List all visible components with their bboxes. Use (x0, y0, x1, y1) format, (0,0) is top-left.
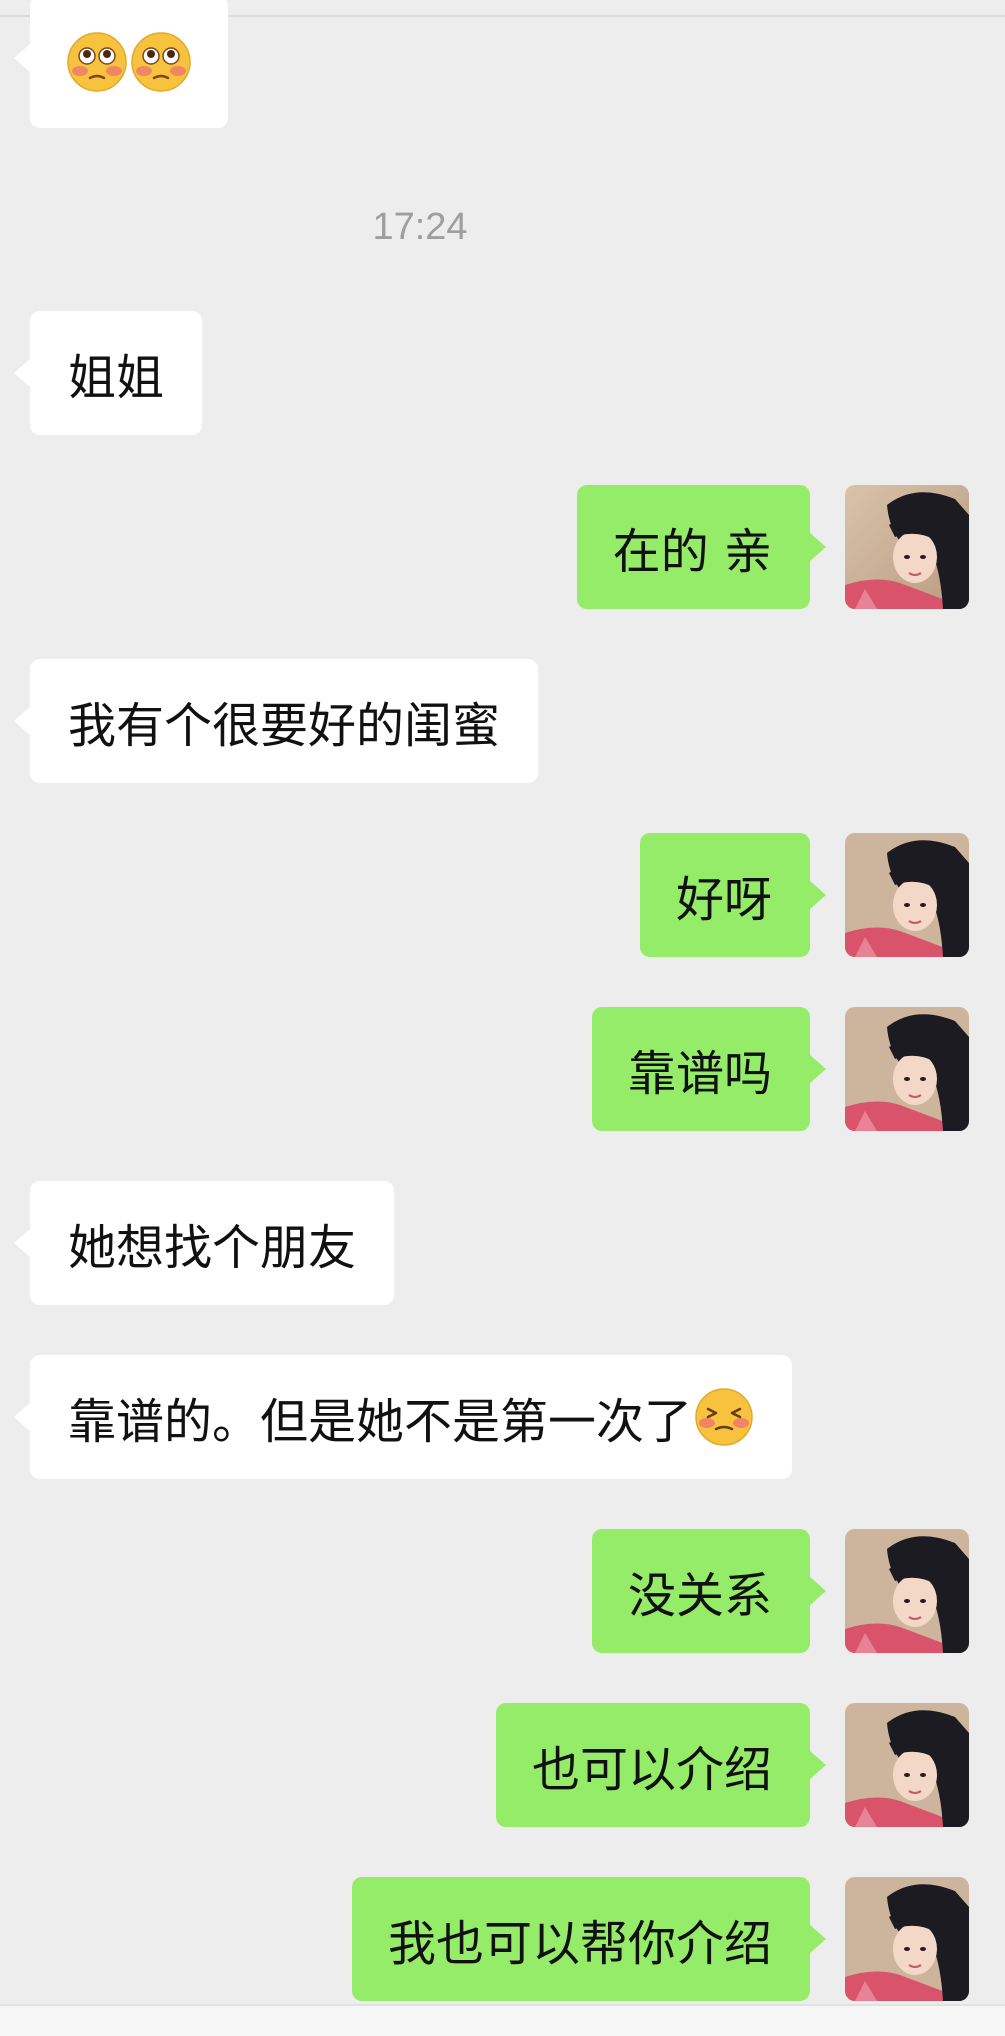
user-avatar[interactable] (845, 485, 969, 609)
message-timestamp: 17:24 (372, 206, 468, 248)
avatar-photo-icon (845, 1007, 969, 1131)
grimacing-blush-face-emoji (694, 1387, 754, 1447)
user-avatar[interactable] (845, 1877, 969, 2001)
message-bubble-incoming[interactable]: 她想找个朋友 (13, 1181, 395, 1305)
message-bubble-outgoing[interactable]: 也可以介绍 (495, 1703, 827, 1827)
user-avatar[interactable] (845, 833, 969, 957)
message-bubble-outgoing[interactable]: 我也可以帮你介绍 (351, 1877, 827, 2001)
avatar-photo-icon (845, 833, 969, 957)
message-bubble-incoming[interactable]: 姐姐 (13, 311, 203, 435)
avatar-photo-icon (845, 485, 969, 609)
message-bubble-incoming[interactable]: 靠谱的。但是她不是第一次了 (13, 1355, 793, 1479)
message-bubble-outgoing[interactable]: 没关系 (591, 1529, 827, 1653)
message-bubble-outgoing[interactable]: 好呀 (639, 833, 827, 957)
user-avatar[interactable] (845, 1007, 969, 1131)
user-avatar[interactable] (845, 1703, 969, 1827)
avatar-photo-icon (845, 1703, 969, 1827)
message-bubble-incoming[interactable] (14, 0, 228, 128)
message-bubble-outgoing[interactable]: 靠谱吗 (591, 1007, 827, 1131)
flushed-face-emoji (66, 31, 128, 93)
message-bubble-incoming[interactable]: 我有个很要好的闺蜜 (13, 659, 539, 783)
input-bar-edge (0, 2004, 1005, 2036)
avatar-photo-icon (845, 1877, 969, 2001)
message-text: 靠谱的。但是她不是第一次了 (68, 1394, 693, 1450)
flushed-face-emoji (130, 31, 192, 93)
avatar-photo-icon (845, 1529, 969, 1653)
user-avatar[interactable] (845, 1529, 969, 1653)
message-bubble-outgoing[interactable]: 在的 亲 (576, 485, 827, 609)
